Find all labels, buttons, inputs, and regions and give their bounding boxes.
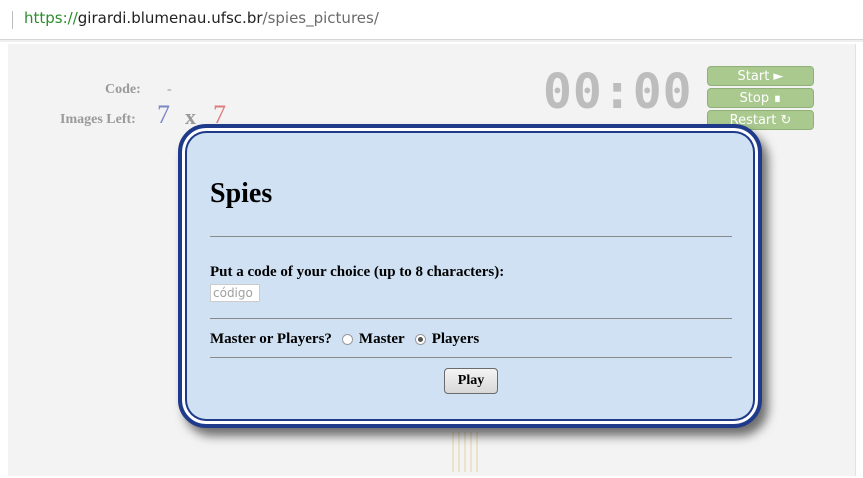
text-caret (12, 11, 13, 29)
master-radio-label[interactable]: Master (359, 331, 405, 348)
url-host: girardi.blumenau.ufsc.br (77, 9, 263, 27)
divider (210, 318, 732, 319)
master-radio[interactable] (341, 334, 353, 345)
divider (210, 236, 732, 237)
setup-dialog: Spies Put a code of your choice (up to 8… (178, 124, 762, 428)
url-text[interactable]: https://girardi.blumenau.ufsc.br/spies_p… (24, 9, 379, 27)
game-timer: 00:00 (543, 64, 693, 120)
url-scheme: https:// (24, 9, 78, 27)
play-button[interactable]: Play (444, 368, 498, 394)
address-bar[interactable]: https://girardi.blumenau.ufsc.br/spies_p… (0, 0, 863, 40)
images-left-label: Images Left: (60, 112, 136, 127)
code-input[interactable] (210, 284, 260, 302)
players-radio-label[interactable]: Players (432, 331, 479, 348)
code-prompt: Put a code of your choice (up to 8 chara… (210, 264, 505, 280)
role-question: Master or Players? (210, 331, 332, 347)
code-label: Code: (105, 82, 141, 97)
images-left-blue-count: 7 (157, 100, 170, 129)
toolbar-divider (0, 40, 863, 42)
start-button[interactable]: Start ► (707, 66, 814, 86)
stop-button[interactable]: Stop ∎ (707, 88, 814, 108)
url-path: /spies_pictures/ (262, 9, 379, 27)
players-radio[interactable] (414, 334, 426, 345)
code-value: - (167, 82, 172, 97)
dialog-title: Spies (210, 178, 273, 209)
role-selector: Master or Players? Master Players (210, 331, 479, 348)
board-fragment (452, 432, 482, 472)
divider (210, 357, 732, 358)
